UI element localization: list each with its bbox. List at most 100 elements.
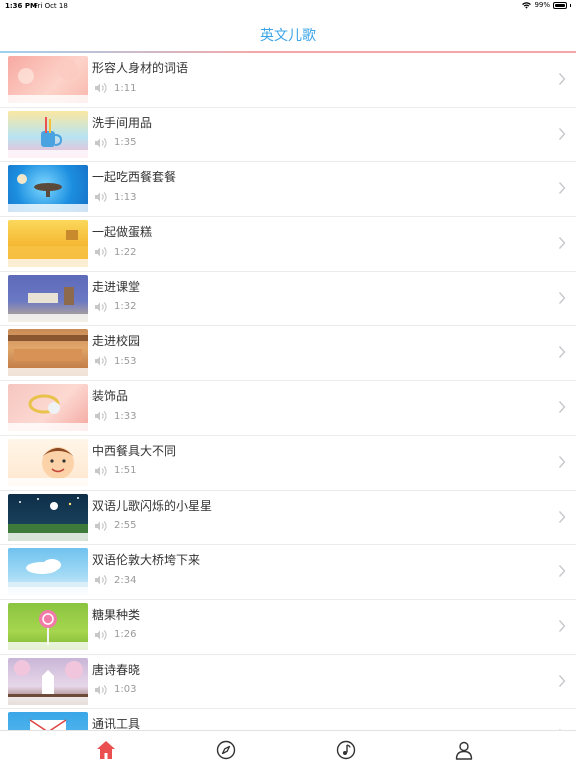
- chevron-right-icon: [558, 455, 566, 468]
- song-duration: 1:33: [114, 410, 137, 422]
- song-row[interactable]: 唐诗春晓 1:03: [0, 655, 576, 710]
- song-duration: 1:03: [114, 684, 137, 696]
- app-screen: 1:36 PM Fri Oct 18 99% 英文儿歌 形容人身材的词语 1:1…: [0, 0, 576, 768]
- song-duration: 1:11: [114, 82, 137, 94]
- song-thumbnail: [8, 110, 88, 158]
- song-meta: 1:32: [94, 301, 136, 313]
- song-title: 走进校园: [92, 334, 141, 349]
- song-row[interactable]: 糖果种类 1:26: [0, 600, 576, 655]
- song-title: 洗手间用品: [92, 115, 153, 130]
- audio-icon: [95, 83, 107, 93]
- song-meta: 1:11: [94, 82, 136, 94]
- song-meta: 2:34: [94, 574, 136, 586]
- audio-icon: [95, 629, 107, 640]
- status-time: 1:36 PM: [5, 2, 37, 10]
- song-meta: 1:53: [94, 355, 136, 367]
- page-title: 英文儿歌: [260, 28, 316, 44]
- song-thumbnail: [8, 438, 88, 486]
- song-thumbnail: [8, 602, 88, 650]
- song-row[interactable]: 装饰品 1:33: [0, 381, 576, 436]
- song-title: 糖果种类: [92, 607, 141, 622]
- audio-icon: [95, 520, 107, 531]
- song-title: 一起吃西餐套餐: [92, 170, 177, 185]
- chevron-right-icon: [558, 401, 566, 414]
- song-duration: 1:51: [114, 465, 137, 477]
- song-meta: 2:55: [94, 520, 136, 532]
- song-title: 唐诗春晓: [92, 662, 141, 677]
- song-row[interactable]: 双语伦敦大桥垮下来 2:34: [0, 545, 576, 600]
- song-row[interactable]: 一起做蛋糕 1:22: [0, 217, 576, 272]
- wifi-icon: [522, 1, 532, 9]
- chevron-right-icon: [558, 237, 566, 250]
- song-row[interactable]: 走进课堂 1:32: [0, 272, 576, 327]
- song-thumbnail: [8, 274, 88, 322]
- song-thumbnail: [8, 548, 88, 596]
- audio-icon: [95, 684, 107, 695]
- song-duration: 2:34: [114, 574, 137, 586]
- chevron-right-icon: [558, 619, 566, 632]
- audio-icon: [95, 411, 107, 422]
- song-row[interactable]: 洗手间用品 1:35: [0, 108, 576, 163]
- song-meta: 1:26: [94, 629, 136, 641]
- song-thumbnail: [8, 712, 88, 730]
- battery-icon: [553, 1, 567, 9]
- song-duration: 1:13: [114, 191, 137, 203]
- song-row[interactable]: 双语儿歌闪烁的小星星 2:55: [0, 491, 576, 546]
- battery-fill: [555, 3, 565, 7]
- audio-icon: [95, 301, 107, 312]
- song-duration: 1:53: [114, 355, 137, 367]
- audio-icon: [95, 137, 107, 148]
- song-title: 装饰品: [92, 389, 129, 404]
- chevron-right-icon: [558, 127, 566, 140]
- audio-icon: [95, 247, 107, 258]
- song-meta: 1:51: [94, 465, 136, 477]
- song-row[interactable]: 形容人身材的词语 1:11: [0, 53, 576, 108]
- song-row[interactable]: 走进校园 1:53: [0, 326, 576, 382]
- song-title: 一起做蛋糕: [92, 225, 153, 240]
- song-meta: 1:35: [94, 137, 136, 149]
- song-title: 双语伦敦大桥垮下来: [92, 553, 201, 568]
- song-duration: 1:32: [114, 301, 137, 313]
- status-indicators: 99%: [522, 1, 571, 9]
- song-row[interactable]: 一起吃西餐套餐 1:13: [0, 162, 576, 218]
- song-thumbnail: [8, 657, 88, 705]
- user-icon[interactable]: [453, 739, 475, 761]
- chevron-right-icon: [558, 346, 566, 359]
- song-thumbnail: [8, 384, 88, 432]
- song-list[interactable]: 形容人身材的词语 1:11 洗手间用品 1:35 一起吃西餐套餐 1:13 一起…: [0, 53, 576, 730]
- chevron-right-icon: [558, 182, 566, 195]
- song-title: 双语儿歌闪烁的小星星: [92, 498, 213, 513]
- audio-icon: [95, 465, 107, 476]
- chevron-right-icon: [558, 674, 566, 687]
- song-duration: 2:55: [114, 520, 137, 531]
- song-thumbnail: [8, 493, 88, 541]
- song-title: 通讯工具: [92, 717, 141, 730]
- song-thumbnail: [8, 165, 88, 213]
- song-title: 走进课堂: [92, 279, 141, 294]
- audio-icon: [95, 192, 107, 203]
- song-meta: 1:33: [94, 410, 136, 422]
- song-row[interactable]: 中西餐具大不同 1:51: [0, 436, 576, 491]
- compass-icon[interactable]: [215, 739, 237, 761]
- home-icon[interactable]: [95, 739, 117, 761]
- song-duration: 1:22: [114, 246, 137, 258]
- song-thumbnail: [8, 329, 88, 377]
- song-meta: 1:03: [94, 684, 136, 696]
- song-row[interactable]: 通讯工具: [0, 709, 576, 730]
- navigation-bar: 英文儿歌: [0, 14, 576, 52]
- music-note-icon[interactable]: [335, 739, 357, 761]
- status-bar: 1:36 PM Fri Oct 18 99%: [0, 0, 576, 14]
- chevron-right-icon: [558, 510, 566, 523]
- song-meta: 1:22: [94, 246, 136, 258]
- chevron-right-icon: [558, 565, 566, 578]
- tab-bar: [0, 730, 576, 768]
- status-date: Fri Oct 18: [34, 2, 68, 10]
- song-thumbnail: [8, 220, 88, 268]
- song-meta: 1:13: [94, 191, 136, 203]
- song-duration: 1:26: [114, 629, 137, 641]
- audio-icon: [95, 356, 107, 367]
- chevron-right-icon: [558, 73, 566, 85]
- song-duration: 1:35: [114, 137, 137, 149]
- song-thumbnail: [8, 56, 88, 103]
- song-title: 中西餐具大不同: [92, 443, 177, 458]
